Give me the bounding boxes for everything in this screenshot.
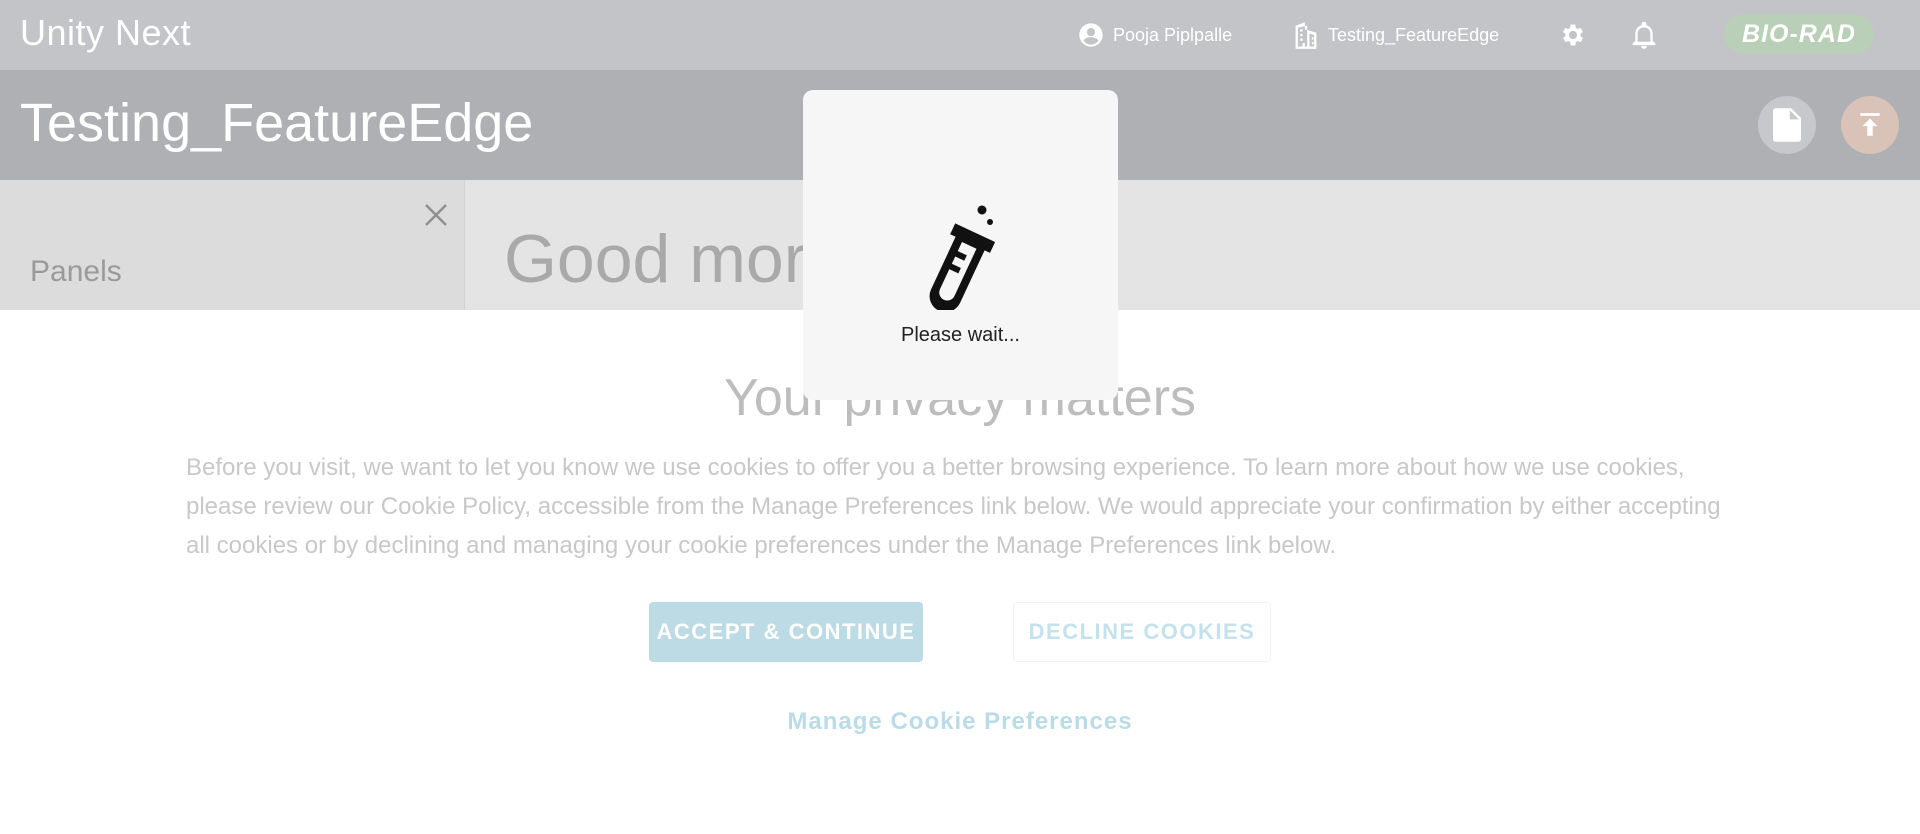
- bell-icon: [1632, 21, 1656, 49]
- notifications-button[interactable]: [1627, 18, 1661, 52]
- close-panel-button[interactable]: [421, 200, 451, 230]
- decline-cookies-button[interactable]: DECLINE COOKIES: [1013, 602, 1271, 662]
- loading-dialog: Please wait...: [803, 90, 1118, 400]
- gear-icon: [1562, 24, 1584, 46]
- manage-cookie-preferences-link[interactable]: Manage Cookie Preferences: [0, 708, 1920, 736]
- upload-button[interactable]: [1841, 96, 1899, 154]
- greeting-heading: Good morning: [504, 221, 834, 297]
- lab-selector[interactable]: Testing_FeatureEdge: [1292, 18, 1499, 52]
- document-button[interactable]: [1758, 96, 1816, 154]
- loading-text: Please wait...: [901, 324, 1020, 346]
- cookie-description: Before you visit, we want to let you kno…: [186, 454, 1721, 559]
- page-title: Testing_FeatureEdge: [20, 93, 534, 153]
- upload-icon: [1860, 113, 1880, 136]
- bio-rad-logo: BIO-RAD: [1724, 14, 1874, 54]
- panels-title: Panels: [30, 255, 122, 288]
- account-circle-icon: [1079, 23, 1103, 47]
- building-icon: [1295, 22, 1317, 49]
- test-tube-icon: [929, 205, 996, 310]
- settings-button[interactable]: [1556, 18, 1590, 52]
- document-icon: [1773, 108, 1801, 142]
- user-name: Pooja Piplpalle: [1113, 24, 1233, 45]
- lab-name: Testing_FeatureEdge: [1328, 24, 1500, 45]
- top-bar: Unity Next Pooja Piplpalle Testing_Featu…: [0, 0, 1920, 70]
- app-title: Unity Next: [20, 12, 192, 53]
- user-menu[interactable]: Pooja Piplpalle: [1077, 18, 1232, 52]
- close-icon: [425, 204, 447, 226]
- accept-continue-button[interactable]: ACCEPT & CONTINUE: [649, 602, 923, 662]
